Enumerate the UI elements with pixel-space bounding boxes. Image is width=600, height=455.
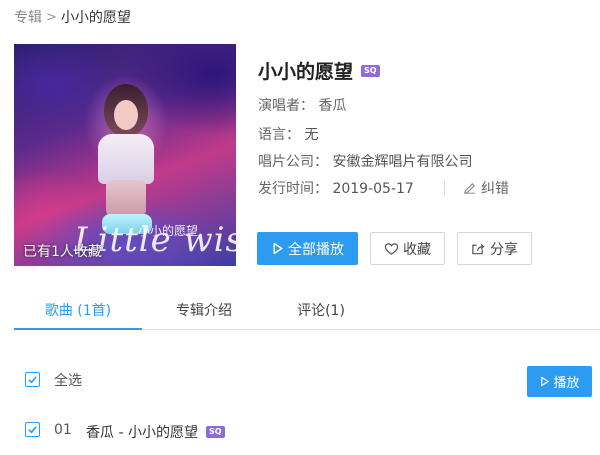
release-date: 2019-05-17 (332, 181, 414, 197)
album-title-text: 小小的愿望 (258, 61, 354, 83)
play-icon (273, 242, 283, 255)
play-selected-button[interactable]: 播放 (527, 366, 592, 397)
play-icon (541, 376, 550, 387)
tab-bar: 歌曲 (1首) 专辑介绍 评论(1) (14, 292, 600, 330)
collect-button[interactable]: 收藏 (370, 232, 445, 265)
table-row[interactable]: 01 香瓜 - 小小的愿望 SQ (0, 418, 600, 442)
album-title: 小小的愿望 SQ (258, 57, 380, 84)
pencil-icon (464, 182, 476, 194)
select-all-label: 全选 (54, 373, 82, 389)
cover-cn-text: 小小的愿望 (138, 224, 199, 238)
play-all-label: 全部播放 (288, 241, 344, 258)
artist-link[interactable]: 香瓜 (318, 98, 346, 114)
report-label: 纠错 (481, 181, 509, 197)
sq-badge: SQ (361, 64, 380, 77)
info-divider (444, 180, 445, 196)
sq-badge: SQ (205, 426, 225, 438)
song-number: 01 (54, 422, 72, 438)
check-icon (28, 376, 37, 384)
breadcrumb-separator: > (46, 9, 57, 25)
heart-icon (384, 242, 399, 255)
tab-comments[interactable]: 评论(1) (276, 292, 366, 330)
collect-count: 已有1人收藏 (23, 244, 102, 260)
cover-figure-face (114, 100, 138, 130)
share-label: 分享 (490, 241, 518, 258)
cover-figure-body (98, 134, 154, 184)
language-line: 语言： 无 (258, 124, 318, 144)
language-label: 语言： (258, 127, 300, 143)
song-title: 香瓜 - 小小的愿望 SQ (86, 422, 225, 442)
breadcrumb: 专辑 > 小小的愿望 (14, 7, 131, 27)
album-cover[interactable]: Little wish 小小的愿望 已有1人收藏 (14, 44, 236, 266)
company-value: 安徽金辉唱片有限公司 (332, 154, 473, 170)
select-all-checkbox[interactable] (25, 372, 40, 387)
collect-label: 收藏 (403, 241, 431, 258)
play-all-button[interactable]: 全部播放 (257, 232, 358, 265)
artist-label: 演唱者： (258, 98, 314, 114)
language-value: 无 (304, 127, 319, 143)
release-label: 发行时间： (258, 181, 328, 197)
report-error-link[interactable]: 纠错 (462, 178, 509, 198)
artist-line: 演唱者： 香瓜 (258, 95, 346, 115)
cover-figure-legs (106, 180, 146, 216)
release-line: 发行时间： 2019-05-17 (258, 178, 414, 198)
share-icon (472, 243, 485, 254)
play-selected-label: 播放 (553, 376, 580, 391)
company-label: 唱片公司： (258, 154, 328, 170)
breadcrumb-current: 小小的愿望 (60, 10, 131, 26)
song-checkbox[interactable] (25, 422, 40, 437)
share-button[interactable]: 分享 (457, 232, 532, 265)
breadcrumb-root[interactable]: 专辑 (14, 7, 42, 27)
tab-album-intro[interactable]: 专辑介绍 (154, 292, 254, 330)
check-icon (28, 426, 37, 434)
song-title-text[interactable]: 香瓜 - 小小的愿望 (86, 422, 198, 442)
tab-songs[interactable]: 歌曲 (1首) (14, 292, 142, 330)
company-line: 唱片公司： 安徽金辉唱片有限公司 (258, 151, 472, 171)
